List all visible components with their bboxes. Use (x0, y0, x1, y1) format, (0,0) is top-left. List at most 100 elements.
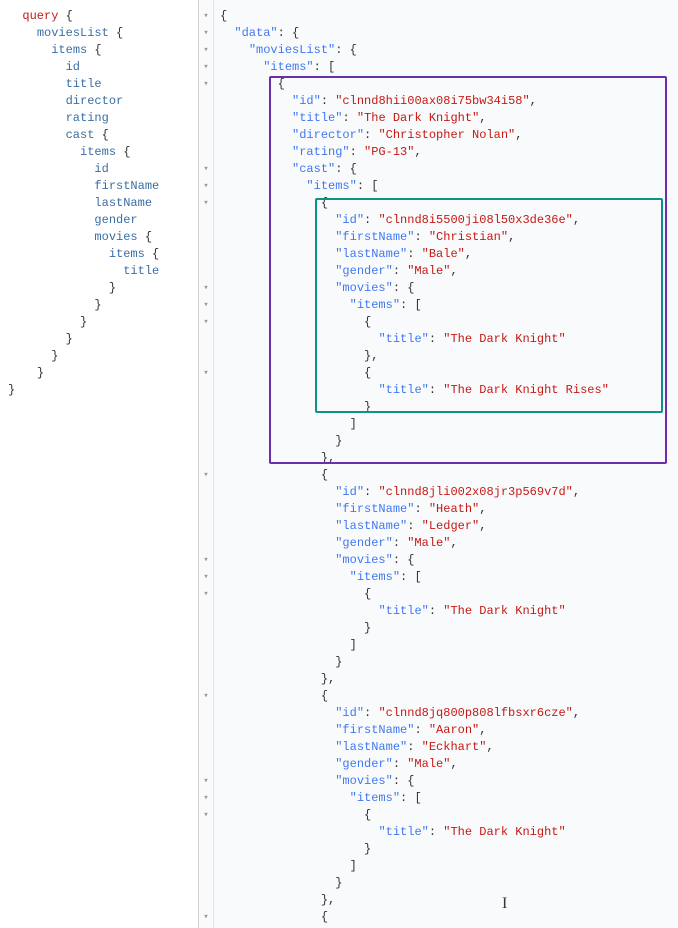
json-line[interactable]: }, (220, 348, 670, 365)
response-json-view[interactable]: I { "data": { "moviesList": { "items": [… (214, 0, 678, 928)
query-line[interactable]: moviesList { (8, 25, 198, 42)
query-line[interactable]: } (8, 331, 198, 348)
fold-toggle[interactable]: ▾ (199, 161, 213, 178)
json-line[interactable]: } (220, 875, 670, 892)
fold-toggle[interactable]: ▾ (199, 297, 213, 314)
json-line[interactable]: { (220, 688, 670, 705)
json-line[interactable]: "items": [ (220, 59, 670, 76)
fold-toggle[interactable]: ▾ (199, 909, 213, 926)
query-line[interactable]: director (8, 93, 198, 110)
query-line[interactable]: cast { (8, 127, 198, 144)
json-line[interactable]: "cast": { (220, 161, 670, 178)
fold-toggle[interactable]: ▾ (199, 569, 213, 586)
query-line[interactable]: gender (8, 212, 198, 229)
json-line[interactable]: "title": "The Dark Knight Rises" (220, 382, 670, 399)
json-line[interactable]: "items": [ (220, 178, 670, 195)
query-editor-panel[interactable]: query { moviesList { items { id title di… (0, 0, 198, 928)
query-line[interactable]: id (8, 59, 198, 76)
query-line[interactable]: } (8, 365, 198, 382)
query-line[interactable]: lastName (8, 195, 198, 212)
json-line[interactable]: "firstName": "Christian", (220, 229, 670, 246)
json-line[interactable]: }, (220, 671, 670, 688)
json-line[interactable]: } (220, 654, 670, 671)
json-line[interactable]: "title": "The Dark Knight" (220, 824, 670, 841)
json-line[interactable]: "title": "The Dark Knight" (220, 331, 670, 348)
query-line[interactable]: query { (8, 8, 198, 25)
json-line[interactable]: { (220, 195, 670, 212)
json-line[interactable]: } (220, 433, 670, 450)
query-line[interactable]: items { (8, 42, 198, 59)
json-line[interactable]: "lastName": "Ledger", (220, 518, 670, 535)
json-line[interactable]: } (220, 399, 670, 416)
query-line[interactable]: } (8, 348, 198, 365)
json-line[interactable]: { (220, 807, 670, 824)
query-line[interactable]: } (8, 382, 198, 399)
json-line[interactable]: }, (220, 450, 670, 467)
fold-toggle[interactable]: ▾ (199, 773, 213, 790)
fold-toggle[interactable]: ▾ (199, 807, 213, 824)
json-line[interactable]: "movies": { (220, 552, 670, 569)
query-line[interactable]: } (8, 280, 198, 297)
json-line[interactable]: "title": "The Dark Knight", (220, 110, 670, 127)
json-line[interactable]: "gender": "Male", (220, 756, 670, 773)
json-line[interactable]: "id": "clnnd8i5500ji08l50x3de36e", (220, 212, 670, 229)
json-line[interactable]: }, (220, 892, 670, 909)
fold-toggle[interactable]: ▾ (199, 42, 213, 59)
json-line[interactable]: "rating": "PG-13", (220, 144, 670, 161)
json-line[interactable]: "id": "clnnd8jli002x08jr3p569v7d", (220, 484, 670, 501)
fold-toggle[interactable]: ▾ (199, 688, 213, 705)
fold-toggle[interactable]: ▾ (199, 552, 213, 569)
json-line[interactable]: { (220, 909, 670, 926)
fold-toggle[interactable]: ▾ (199, 467, 213, 484)
json-line[interactable]: { (220, 8, 670, 25)
fold-gutter[interactable]: ▾▾▾▾▾▾▾▾▾▾▾▾▾▾▾▾▾▾▾▾▾ (198, 0, 214, 928)
fold-toggle[interactable]: ▾ (199, 280, 213, 297)
json-line[interactable]: { (220, 314, 670, 331)
fold-toggle[interactable]: ▾ (199, 59, 213, 76)
json-line[interactable]: "movies": { (220, 280, 670, 297)
json-line[interactable]: } (220, 841, 670, 858)
json-line[interactable]: "items": [ (220, 297, 670, 314)
fold-toggle[interactable]: ▾ (199, 195, 213, 212)
json-line[interactable]: "firstName": "Heath", (220, 501, 670, 518)
query-line[interactable]: title (8, 263, 198, 280)
fold-toggle[interactable]: ▾ (199, 178, 213, 195)
json-line[interactable]: "items": [ (220, 790, 670, 807)
fold-toggle[interactable]: ▾ (199, 365, 213, 382)
json-line[interactable]: "data": { (220, 25, 670, 42)
fold-toggle[interactable]: ▾ (199, 790, 213, 807)
json-line[interactable]: { (220, 76, 670, 93)
query-line[interactable]: } (8, 297, 198, 314)
json-line[interactable]: "movies": { (220, 773, 670, 790)
query-line[interactable]: id (8, 161, 198, 178)
json-line[interactable]: { (220, 365, 670, 382)
fold-toggle[interactable]: ▾ (199, 8, 213, 25)
json-line[interactable]: ] (220, 858, 670, 875)
json-line[interactable]: "lastName": "Bale", (220, 246, 670, 263)
query-line[interactable]: title (8, 76, 198, 93)
fold-toggle[interactable]: ▾ (199, 586, 213, 603)
json-line[interactable]: "gender": "Male", (220, 263, 670, 280)
json-line[interactable]: "firstName": "Aaron", (220, 722, 670, 739)
query-line[interactable]: firstName (8, 178, 198, 195)
json-line[interactable]: { (220, 467, 670, 484)
json-line[interactable]: { (220, 586, 670, 603)
json-line[interactable]: } (220, 620, 670, 637)
fold-toggle[interactable]: ▾ (199, 25, 213, 42)
query-line[interactable]: } (8, 314, 198, 331)
json-line[interactable]: "id": "clnnd8hii00ax08i75bw34i58", (220, 93, 670, 110)
json-line[interactable]: ] (220, 416, 670, 433)
json-line[interactable]: "moviesList": { (220, 42, 670, 59)
json-line[interactable]: "items": [ (220, 569, 670, 586)
fold-toggle[interactable]: ▾ (199, 76, 213, 93)
json-line[interactable]: "lastName": "Eckhart", (220, 739, 670, 756)
fold-toggle[interactable]: ▾ (199, 314, 213, 331)
json-line[interactable]: "gender": "Male", (220, 535, 670, 552)
query-line[interactable]: items { (8, 246, 198, 263)
json-line[interactable]: "title": "The Dark Knight" (220, 603, 670, 620)
query-line[interactable]: rating (8, 110, 198, 127)
json-line[interactable]: "director": "Christopher Nolan", (220, 127, 670, 144)
json-line[interactable]: ] (220, 637, 670, 654)
json-line[interactable]: "id": "clnnd8jq800p808lfbsxr6cze", (220, 705, 670, 722)
query-line[interactable]: items { (8, 144, 198, 161)
